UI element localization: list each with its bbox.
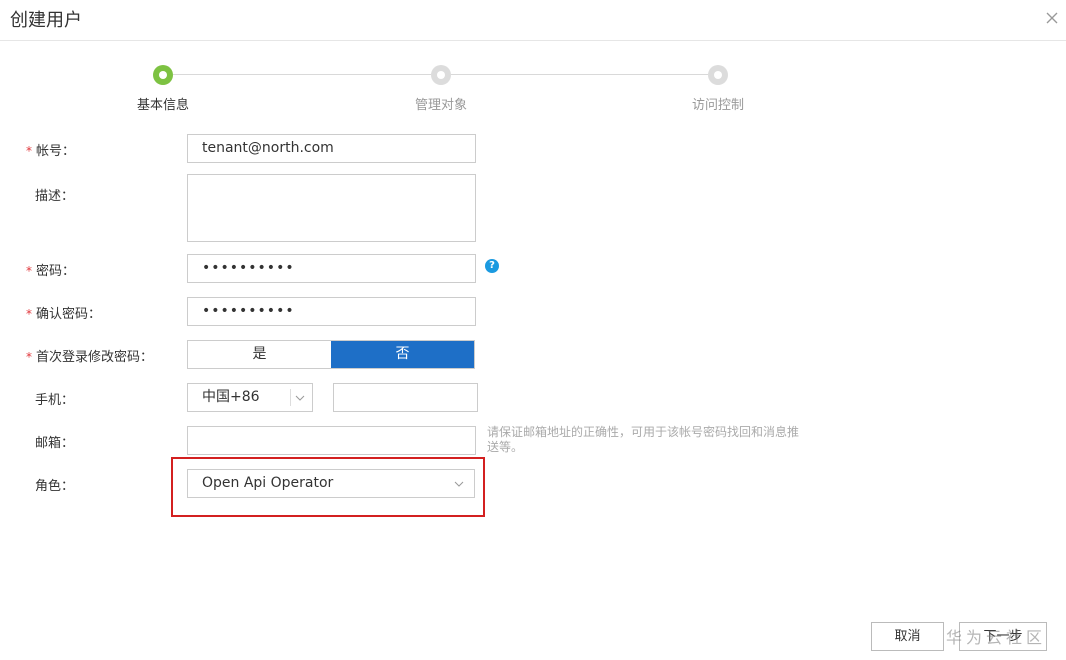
step-dot-access-control (708, 65, 728, 85)
country-code-value: 中国+86 (202, 389, 260, 405)
email-hint: 请保证邮箱地址的正确性，可用于该帐号密码找回和消息推送等。 (487, 425, 800, 454)
required-mark: * (26, 264, 32, 278)
step-label-basic-info: 基本信息 (136, 98, 189, 113)
phone-input[interactable] (333, 383, 478, 412)
role-label: 角色： (35, 479, 75, 494)
description-textarea[interactable] (187, 174, 476, 242)
password-input[interactable]: •••••••••• (187, 254, 476, 283)
first-login-change-label: * 首次登录修改密码： (26, 350, 154, 365)
close-icon[interactable] (1044, 10, 1060, 26)
country-code-select[interactable]: 中国+86 (187, 383, 313, 412)
select-divider (290, 389, 291, 406)
email-input[interactable] (187, 426, 476, 455)
help-icon[interactable]: ? (485, 259, 499, 273)
create-user-dialog: 创建用户 基本信息 管理对象 访问控制 * 帐号： tenant@north.co… (0, 0, 1066, 660)
password-label: * 密码： (26, 264, 76, 279)
toggle-option-no[interactable]: 否 (331, 341, 474, 368)
description-label: 描述： (35, 189, 75, 204)
email-label: 邮箱： (35, 436, 75, 451)
required-mark: * (26, 350, 32, 364)
next-button[interactable]: 下一步 (959, 622, 1047, 651)
step-connector (451, 74, 708, 75)
toggle-option-yes[interactable]: 是 (188, 341, 331, 368)
required-mark: * (26, 144, 32, 158)
phone-label: 手机： (35, 393, 75, 408)
step-dot-managed-objects (431, 65, 451, 85)
role-highlight-box (171, 457, 485, 517)
first-login-change-toggle: 是 否 (187, 340, 475, 369)
required-mark: * (26, 307, 32, 321)
account-label: * 帐号： (26, 144, 76, 159)
step-dot-basic-info (153, 65, 173, 85)
chevron-down-icon (295, 395, 305, 401)
step-connector (173, 74, 431, 75)
dialog-title: 创建用户 (10, 10, 82, 31)
step-label-access-control: 访问控制 (691, 98, 744, 113)
confirm-password-label: * 确认密码： (26, 307, 102, 322)
account-input[interactable]: tenant@north.com (187, 134, 476, 163)
step-label-managed-objects: 管理对象 (414, 98, 467, 113)
step-indicator: 基本信息 管理对象 访问控制 (0, 60, 1066, 120)
cancel-button[interactable]: 取消 (871, 622, 944, 651)
dialog-header: 创建用户 (0, 0, 1066, 41)
confirm-password-input[interactable]: •••••••••• (187, 297, 476, 326)
